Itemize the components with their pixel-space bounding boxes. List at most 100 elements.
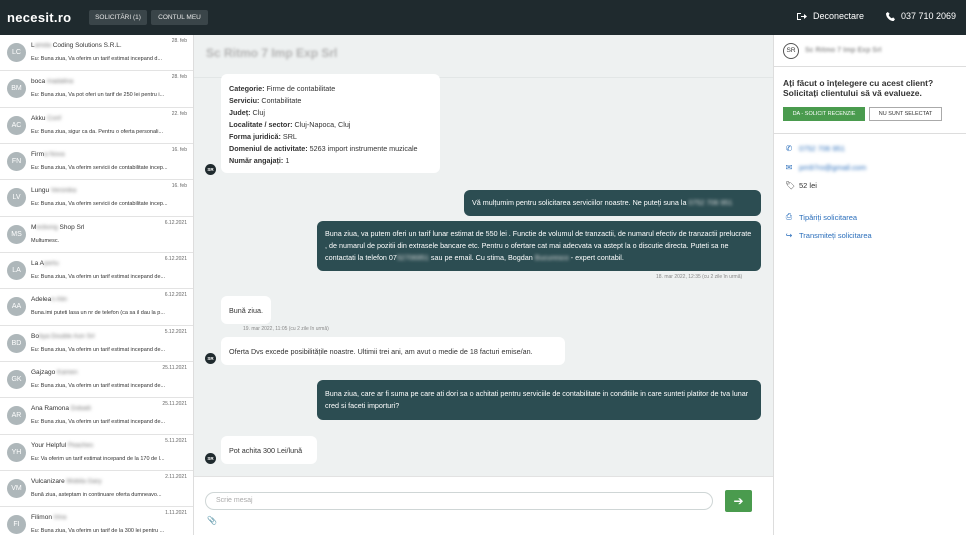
conversation-name: Vulcanizare Mobila Gary	[31, 478, 102, 485]
price-row: 🏷 52 lei	[785, 181, 817, 190]
avatar: FI	[7, 515, 26, 535]
name-text: Vulcanizare	[31, 478, 67, 486]
not-selected-button[interactable]: NU SUNT SELECTAT	[869, 107, 942, 121]
request-details-card: Categorie: Firme de contabilitate Servici…	[221, 74, 440, 173]
request-field-value: 1	[283, 156, 290, 165]
conversation-list: LC Lamda Coding Solutions S.R.L. 28. feb Eu…	[0, 35, 194, 535]
request-field-label: Domeniul de activitate:	[229, 144, 308, 153]
conversation-item[interactable]: LA La Apertu 6.12.2021 Eu: Buna ziua, Va of…	[0, 253, 193, 290]
name-text: Bo	[31, 332, 39, 340]
avatar: MS	[7, 224, 26, 244]
sender-avatar: SR	[205, 453, 216, 464]
conversation-date: 5.12.2021	[164, 328, 187, 335]
request-field-label: Județ:	[229, 108, 251, 117]
header-phone[interactable]: 037 710 2069	[886, 11, 956, 21]
redacted-name: Kamen	[57, 369, 78, 377]
request-field-value: Cluj-Napoca, Cluj	[292, 120, 351, 129]
conversation-name: Firma Nova	[31, 151, 65, 158]
conversation-preview: Eu: Va oferim un tarif estimat incepand …	[31, 455, 165, 462]
client-header: SR Sc Ritmo 7 Imp Exp Srl	[774, 35, 966, 67]
name-text: Adelea	[31, 296, 52, 304]
nav-contul-meu[interactable]: CONTUL MEU	[151, 10, 208, 25]
client-email-row[interactable]: ✉ pm97ro@gmail.com	[785, 163, 867, 172]
redacted-name: Dobaiti	[70, 405, 91, 413]
logout-button[interactable]: Deconectare	[797, 11, 864, 21]
conversation-date: 25.11.2021	[162, 365, 187, 372]
conversation-name: La Apertu	[31, 260, 59, 267]
send-button[interactable]: ➔	[725, 490, 752, 512]
name-text: Coding Solutions S.R.L.	[50, 42, 122, 49]
conversation-item[interactable]: AA Adelean Alin 6.12.2021 Buna.imi puteti l…	[0, 289, 193, 326]
request-field: Județ: Cluj	[229, 107, 432, 119]
name-text: Akku	[31, 114, 48, 122]
client-phone[interactable]: 0752 706 951	[799, 144, 845, 153]
message-text: Vă mulțumim pentru solicitarea serviciil…	[472, 198, 689, 207]
conversation-date: 6.12.2021	[164, 219, 187, 226]
review-question: Ați făcut o înțelegere cu acest client? …	[783, 78, 934, 98]
divider	[774, 133, 966, 134]
conversation-name: Your Helpful Peaches	[31, 442, 93, 449]
conversation-item[interactable]: BM boca madalina 28. feb Eu: Buna ziua, Va …	[0, 71, 193, 108]
conversation-name: Lamda Coding Solutions S.R.L.	[31, 42, 122, 49]
conversation-name: Akku Conf	[31, 115, 61, 122]
conversation-date: 28. feb	[171, 74, 187, 81]
chat-panel: Sc Ritmo 7 Imp Exp Srl Categorie: Firme …	[194, 35, 773, 535]
message-input[interactable]: Scrie mesaj	[205, 492, 713, 510]
conversation-item[interactable]: AR Ana Ramona Dobaiti 25.11.2021 Eu: Buna z…	[0, 398, 193, 435]
avatar: GK	[7, 370, 26, 390]
arrow-right-icon: ➔	[733, 494, 744, 508]
conversation-item[interactable]: FI Filimon Irina 1.11.2021 Eu: Buna ziua, V…	[0, 507, 193, 535]
conversation-name: boca madalina	[31, 78, 73, 85]
message-text: Oferta Dvs excede posibilitățile noastre…	[229, 347, 533, 356]
redacted-name: Irina	[53, 514, 67, 522]
avatar: LC	[7, 43, 26, 62]
print-request-label: Tipăriți solicitarea	[799, 212, 858, 222]
avatar: LA	[7, 261, 26, 281]
name-text: Filimon	[31, 514, 54, 522]
request-field-value: Firme de contabilitate	[264, 84, 336, 93]
redacted-name: pertu	[44, 260, 59, 268]
conversation-preview: Eu: Buna ziua, Va oferim servicii de con…	[31, 201, 168, 208]
message-text: Buna ziua, care ar fi suma pe care ati d…	[325, 389, 749, 410]
avatar: AR	[7, 406, 26, 426]
request-field: Număr angajați: 1	[229, 155, 432, 167]
client-email[interactable]: pm97ro@gmail.com	[799, 163, 866, 172]
conversation-item[interactable]: MS Mecbong Shop Srl 6.12.2021 Multumesc.	[0, 217, 193, 254]
client-panel: SR Sc Ritmo 7 Imp Exp Srl Ați făcut o în…	[773, 35, 966, 535]
conversation-preview: Eu: Buna ziua, Va pot oferi un tarif de …	[31, 92, 165, 99]
conversation-name: Filimon Irina	[31, 514, 66, 521]
conversation-preview: Eu: Buna ziua, sigur ca da. Pentru o ofe…	[31, 128, 164, 135]
message-incoming: Bună ziua.	[221, 296, 271, 324]
client-avatar: SR	[783, 43, 799, 59]
name-text: Shop Srl	[57, 223, 85, 231]
request-field-label: Forma juridică:	[229, 132, 281, 141]
request-field-value: SRL	[280, 132, 297, 141]
logo[interactable]: necesit.ro	[7, 10, 71, 25]
conversation-date: 2.11.2021	[165, 474, 187, 481]
conversation-item[interactable]: FN Firma Nova 16. feb Eu: Buna ziua, Va ofe…	[0, 144, 193, 181]
conversation-item[interactable]: BD Bobya Double Aon Srl 5.12.2021 Eu: Buna …	[0, 326, 193, 363]
client-name: Sc Ritmo 7 Imp Exp Srl	[805, 47, 882, 54]
conversation-item[interactable]: LC Lamda Coding Solutions S.R.L. 28. feb Eu…	[0, 35, 193, 72]
redacted-name: ecbong	[36, 223, 58, 231]
conversation-preview: Eu: Buna ziua, Va oferim un tarif estima…	[31, 419, 166, 426]
conversation-item[interactable]: VM Vulcanizare Mobila Gary 2.11.2021 Bună z…	[0, 471, 193, 508]
conversation-item[interactable]: GK Gajzago Kamen 25.11.2021 Eu: Buna ziua, …	[0, 362, 193, 399]
attachment-icon[interactable]: 📎	[207, 516, 217, 525]
request-field-label: Serviciu:	[229, 96, 260, 105]
redacted-name: Peaches	[67, 441, 94, 449]
nav-solicitari[interactable]: SOLICITĂRI (1)	[89, 10, 147, 25]
avatar: BD	[7, 333, 26, 353]
request-review-button[interactable]: DA - SOLICIT RECENZIE	[783, 107, 865, 121]
conversation-item[interactable]: LV Lungu Veronika 16. feb Eu: Buna ziua, Va…	[0, 180, 193, 217]
redacted-name: n Alin	[51, 296, 68, 304]
client-phone-row[interactable]: ✆ 0752 706 951	[785, 144, 845, 153]
forward-request-link[interactable]: ↪ Transmiteți solicitarea	[785, 231, 872, 240]
logout-label: Deconectare	[813, 11, 865, 21]
print-request-link[interactable]: ⎙ Tipăriți solicitarea	[785, 212, 857, 222]
redacted-name: Bucuresco	[534, 253, 569, 262]
conversation-item[interactable]: YH Your Helpful Peaches 5.11.2021 Eu: Va of…	[0, 435, 193, 472]
redacted-name: Conf	[47, 114, 61, 122]
conversation-item[interactable]: AC Akku Conf 22. feb Eu: Buna ziua, sigur c…	[0, 108, 193, 145]
avatar: AC	[7, 115, 26, 135]
